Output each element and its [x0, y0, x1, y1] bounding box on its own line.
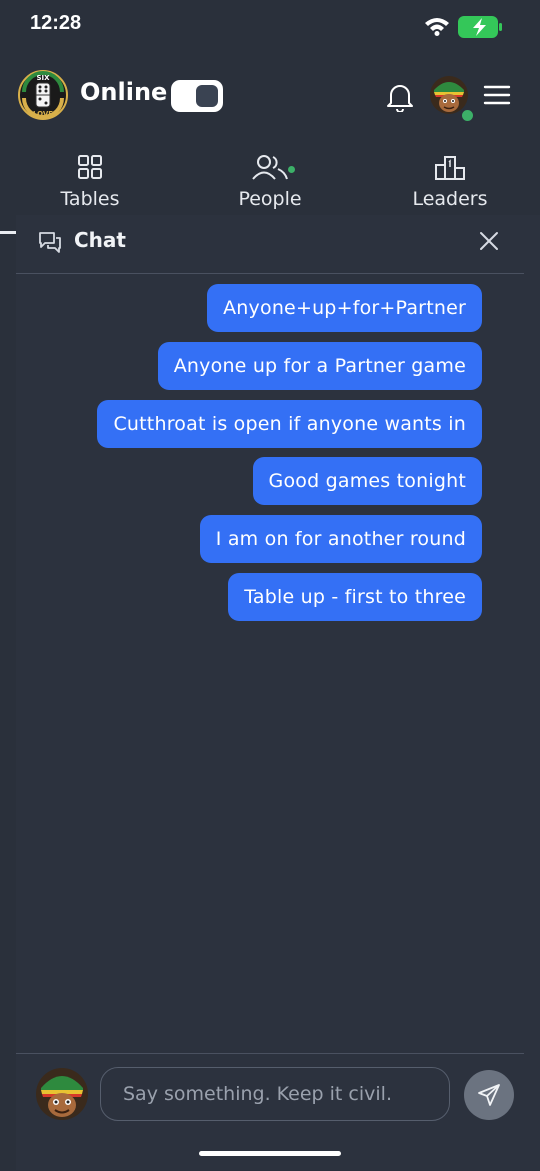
chat-title: Chat [74, 228, 126, 252]
send-button[interactable] [464, 1070, 514, 1120]
chat-message: Table up - first to three [228, 573, 482, 621]
grid-icon [78, 155, 102, 179]
home-indicator [199, 1151, 341, 1156]
app-header: SIX LOVE Online [0, 60, 540, 136]
people-icon [252, 155, 288, 180]
tab-label-tables: Tables [60, 188, 120, 210]
chat-header: Chat [16, 215, 524, 274]
chat-bubbles-icon [38, 230, 62, 258]
status-bar: 12:28 [0, 0, 540, 54]
logo-text-bottom: LOVE [33, 110, 53, 118]
status-time: 12:28 [30, 12, 82, 34]
nav-tabs: Tables People Leaders [0, 150, 540, 215]
panel-edge-indicator [0, 231, 16, 234]
six-love-logo[interactable]: SIX LOVE [18, 70, 68, 120]
online-indicator [460, 108, 475, 123]
tab-tables[interactable]: Tables [0, 150, 180, 210]
tab-leaders[interactable]: Leaders [360, 150, 540, 210]
tab-label-people: People [238, 188, 302, 210]
chat-message: I am on for another round [199, 515, 482, 563]
leaderboard-icon [435, 156, 465, 180]
people-online-dot [288, 166, 295, 173]
toggle-knob [196, 85, 218, 107]
send-icon [478, 1084, 500, 1106]
tab-label-leaders: Leaders [412, 188, 488, 210]
chat-panel: Chat Anyone+up+for+Partner Anyone up for… [16, 215, 540, 1170]
hamburger-menu-icon[interactable] [483, 84, 511, 110]
message-input[interactable] [100, 1067, 450, 1121]
logo-text-top: SIX [36, 74, 50, 82]
chat-message: Anyone up for a Partner game [157, 342, 482, 390]
chat-message: Anyone+up+for+Partner [207, 284, 482, 332]
chat-message: Good games tonight [252, 457, 482, 505]
chat-message: Cutthroat is open if anyone wants in [97, 400, 482, 448]
tab-people[interactable]: People [180, 150, 360, 210]
wifi-icon [424, 16, 450, 40]
close-icon[interactable] [478, 230, 500, 256]
bell-icon[interactable] [386, 82, 414, 116]
composer-avatar [36, 1068, 88, 1120]
online-status-label: Online [80, 78, 168, 106]
online-toggle[interactable] [171, 80, 223, 112]
battery-icon [458, 16, 504, 42]
